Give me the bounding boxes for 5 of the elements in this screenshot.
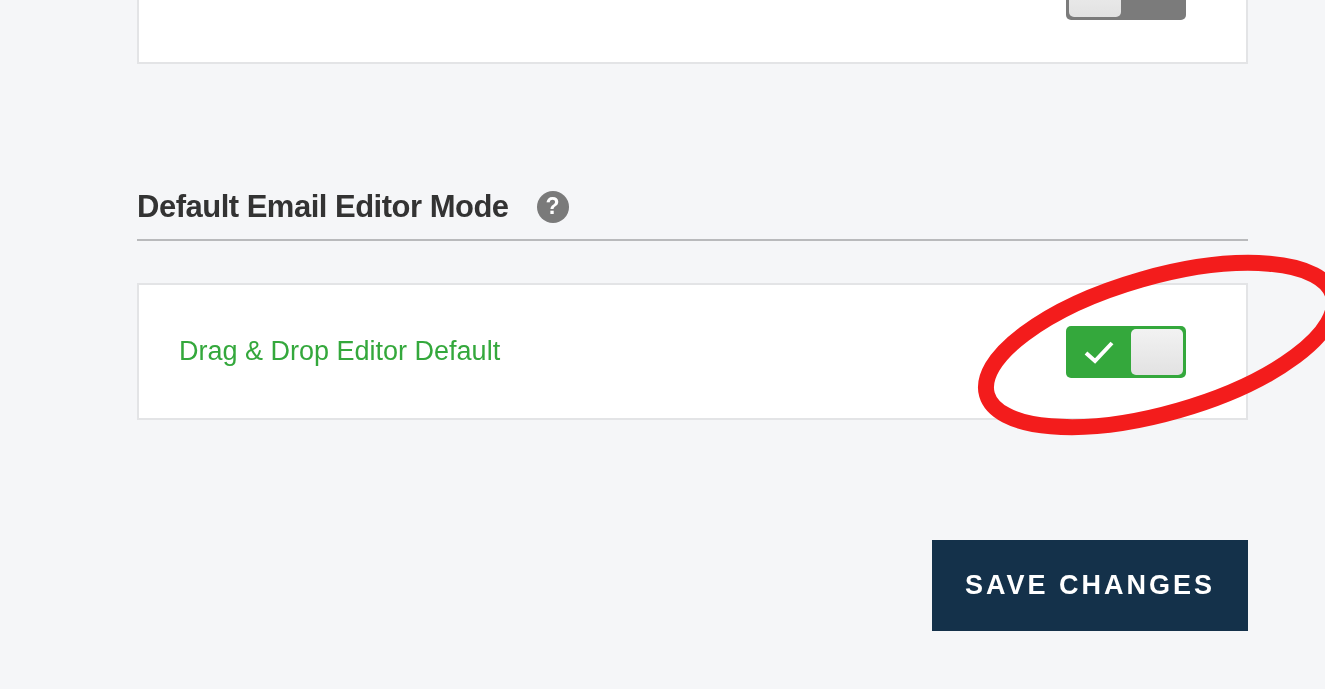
help-icon[interactable]: ? (536, 190, 569, 223)
setting-label: Drag & Drop Editor Default (179, 335, 501, 369)
save-changes-button[interactable]: SAVE CHANGES (932, 540, 1248, 632)
section-title: Default Email Editor Mode (137, 188, 509, 226)
toggle-switch[interactable] (1066, 325, 1186, 378)
